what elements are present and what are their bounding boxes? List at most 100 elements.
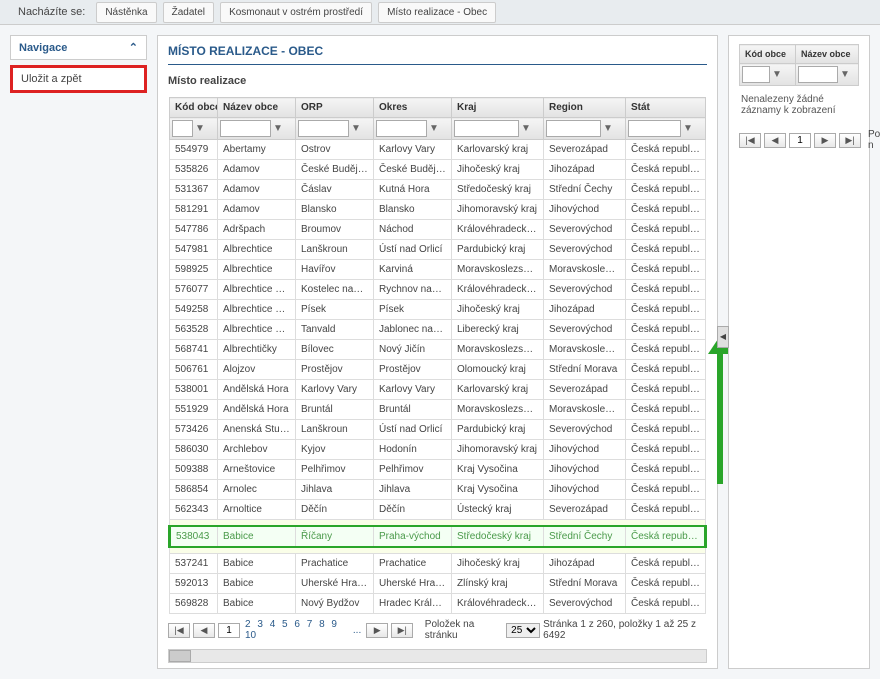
filter-icon[interactable]: ▼	[681, 123, 695, 134]
pager-page[interactable]: 10	[243, 630, 258, 641]
pager-current-input[interactable]	[218, 623, 240, 638]
breadcrumb-item[interactable]: Kosmonaut v ostrém prostředí	[220, 2, 372, 23]
table-row[interactable]: 576077Albrechtice nad...Kostelec nad Orl…	[170, 280, 706, 300]
col-nazev[interactable]: Název obce	[218, 98, 296, 118]
table-row[interactable]: 549258Albrechtice nad...PísekPísekJihoče…	[170, 300, 706, 320]
pager-page[interactable]: 8	[317, 619, 327, 630]
col-kod[interactable]: Kód obce	[170, 98, 218, 118]
pager-last[interactable]: ▶|	[839, 133, 861, 148]
pager-page[interactable]: 3	[255, 619, 265, 630]
cell-kraj: Královéhradecký kraj	[452, 594, 544, 614]
pager-first[interactable]: |◀	[739, 133, 761, 148]
cell-kraj: Pardubický kraj	[452, 240, 544, 260]
cell-region: Moravskoslezsko	[544, 340, 626, 360]
cell-orp: Jihlava	[296, 480, 374, 500]
pager-last[interactable]: ▶|	[391, 623, 413, 638]
filter-region[interactable]	[546, 120, 601, 137]
pager-prev[interactable]: ◀	[764, 133, 786, 148]
items-per-page-select[interactable]: 25	[506, 623, 540, 638]
table-row[interactable]: 563528Albrechtice v Jiz...TanvaldJablone…	[170, 320, 706, 340]
table-row[interactable]: 538043BabiceŘíčanyPraha-východStředočesk…	[170, 526, 706, 547]
pager-page[interactable]: 4	[268, 619, 278, 630]
table-row[interactable]: 551929Andělská HoraBruntálBruntálMoravsk…	[170, 400, 706, 420]
filter-nazev[interactable]	[798, 66, 838, 83]
table-row[interactable]: 506761AlojzovProstějovProstějovOlomoucký…	[170, 360, 706, 380]
breadcrumb-item[interactable]: Místo realizace - Obec	[378, 2, 496, 23]
pager-current-input[interactable]	[789, 133, 811, 148]
filter-kraj[interactable]	[454, 120, 519, 137]
table-row[interactable]: 569828BabiceNový BydžovHradec KrálovéKrá…	[170, 594, 706, 614]
table-row[interactable]: 531367AdamovČáslavKutná HoraStředočeský …	[170, 180, 706, 200]
breadcrumb-item[interactable]: Nástěnka	[96, 2, 156, 23]
filter-icon[interactable]: ▼	[349, 123, 363, 134]
cell-orp: Bílovec	[296, 340, 374, 360]
cell-orp: Lanškroun	[296, 420, 374, 440]
filter-icon[interactable]: ▼	[601, 123, 615, 134]
table-row[interactable]: 573426Anenská StudánkaLanškrounÚstí nad …	[170, 420, 706, 440]
filter-icon[interactable]: ▼	[271, 123, 285, 134]
filter-icon[interactable]: ▼	[519, 123, 533, 134]
cell-region: Severozápad	[544, 140, 626, 160]
pager-page[interactable]: 2	[243, 619, 253, 630]
cell-kod: 562343	[170, 500, 218, 520]
filter-icon[interactable]: ▼	[193, 123, 207, 134]
table-row[interactable]: 547981AlbrechticeLanškrounÚstí nad Orlic…	[170, 240, 706, 260]
collapse-left-icon[interactable]: ◀	[717, 326, 729, 348]
col-nazev[interactable]: Název obce	[796, 45, 859, 64]
table-row[interactable]: 586854ArnolecJihlavaJihlavaKraj Vysočina…	[170, 480, 706, 500]
table-row[interactable]: 538001Andělská HoraKarlovy VaryKarlovy V…	[170, 380, 706, 400]
table-row[interactable]: 568741AlbrechtičkyBílovecNový JičínMorav…	[170, 340, 706, 360]
filter-kod[interactable]	[742, 66, 770, 83]
col-orp[interactable]: ORP	[296, 98, 374, 118]
table-row[interactable]: 554979AbertamyOstrovKarlovy VaryKarlovar…	[170, 140, 706, 160]
filter-orp[interactable]	[298, 120, 349, 137]
cell-kraj: Kraj Vysočina	[452, 480, 544, 500]
nav-title: Navigace	[19, 42, 67, 54]
horizontal-scrollbar[interactable]	[168, 649, 707, 663]
table-row[interactable]: 562343ArnolticeDěčínDěčínÚstecký krajSev…	[170, 500, 706, 520]
pager-next[interactable]: ▶	[814, 133, 836, 148]
col-kraj[interactable]: Kraj	[452, 98, 544, 118]
nav-collapse-header[interactable]: Navigace ⌃	[10, 35, 147, 60]
cell-nazev: Anenská Studánka	[218, 420, 296, 440]
pager-first[interactable]: |◀	[168, 623, 190, 638]
cell-nazev: Babice	[218, 594, 296, 614]
col-region[interactable]: Region	[544, 98, 626, 118]
filter-nazev[interactable]	[220, 120, 271, 137]
col-kod[interactable]: Kód obce	[740, 45, 796, 64]
pager-page[interactable]: 9	[329, 619, 339, 630]
table-row[interactable]: 509388ArneštovicePelhřimovPelhřimovKraj …	[170, 460, 706, 480]
pager-page[interactable]: 6	[292, 619, 302, 630]
filter-icon[interactable]: ▼	[427, 123, 441, 134]
pager-page[interactable]: 5	[280, 619, 290, 630]
filter-icon[interactable]: ▼	[838, 69, 852, 80]
filter-icon[interactable]: ▼	[770, 69, 784, 80]
table-row[interactable]: 535826AdamovČeské BudějoviceČeské Budějo…	[170, 160, 706, 180]
table-row[interactable]: 586030ArchlebovKyjovHodonínJihomoravský …	[170, 440, 706, 460]
cell-okres: Kutná Hora	[374, 180, 452, 200]
pager-ellipsis[interactable]: ...	[351, 625, 363, 636]
pager-next[interactable]: ▶	[366, 623, 388, 638]
table-row[interactable]: 581291AdamovBlanskoBlanskoJihomoravský k…	[170, 200, 706, 220]
table-row[interactable]: 537241BabicePrachaticePrachaticeJihočesk…	[170, 554, 706, 574]
breadcrumb-item[interactable]: Žadatel	[163, 2, 214, 23]
cell-nazev: Archlebov	[218, 440, 296, 460]
cell-kod: 535826	[170, 160, 218, 180]
cell-stat: Česká republika	[626, 200, 706, 220]
table-row[interactable]: 547786AdršpachBroumovNáchodKrálovéhradec…	[170, 220, 706, 240]
cell-stat: Česká republika	[626, 526, 706, 547]
col-okres[interactable]: Okres	[374, 98, 452, 118]
filter-stat[interactable]	[628, 120, 681, 137]
cell-region: Moravskoslezsko	[544, 400, 626, 420]
table-row[interactable]: 598925AlbrechticeHavířovKarvináMoravskos…	[170, 260, 706, 280]
pager-page[interactable]: 7	[305, 619, 315, 630]
filter-okres[interactable]	[376, 120, 427, 137]
cell-region: Severovýchod	[544, 240, 626, 260]
items-per-page-label: Položek na stránku	[425, 619, 503, 641]
save-and-back-button[interactable]: Uložit a zpět	[10, 65, 147, 93]
pager-prev[interactable]: ◀	[193, 623, 215, 638]
filter-kod[interactable]	[172, 120, 193, 137]
table-row[interactable]: 592013BabiceUherské HradištěUherské Hrad…	[170, 574, 706, 594]
col-stat[interactable]: Stát	[626, 98, 706, 118]
cell-nazev: Abertamy	[218, 140, 296, 160]
